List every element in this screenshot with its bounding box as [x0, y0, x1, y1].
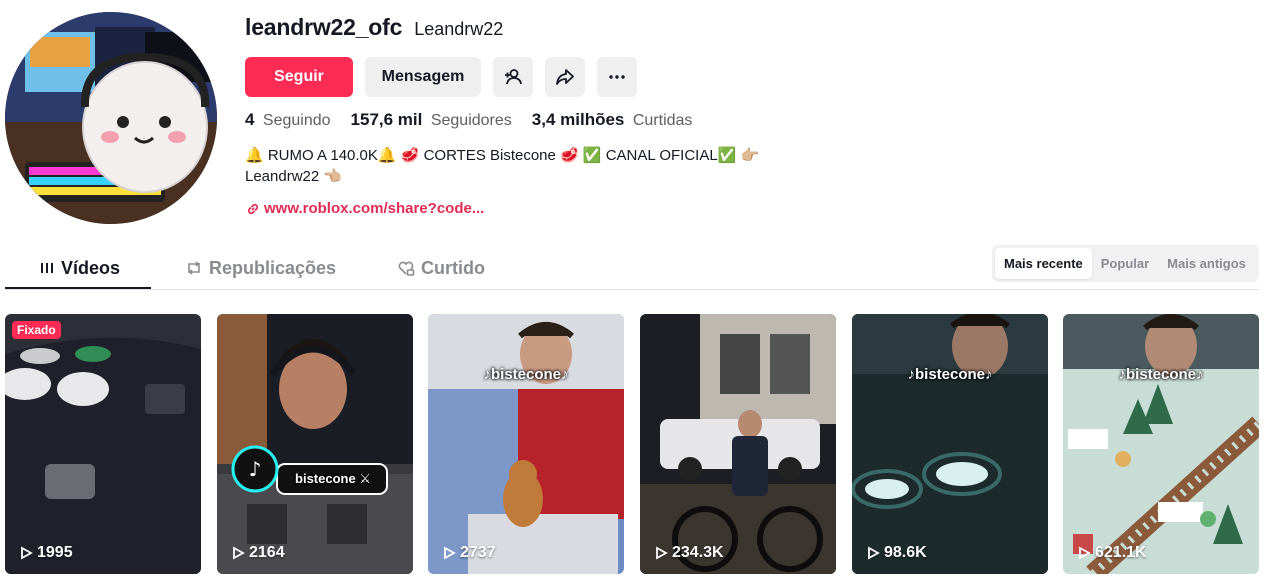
share-icon	[556, 69, 574, 85]
bio-line-2: Leandrw22 👈🏼	[245, 168, 343, 185]
video-views-count: 234.3K	[672, 544, 724, 561]
stat-following[interactable]: 4 Seguindo	[245, 110, 331, 130]
profile-stats: 4 Seguindo 157,6 mil Seguidores 3,4 milh…	[245, 110, 692, 130]
stat-following-value: 4	[245, 110, 255, 129]
play-icon	[21, 546, 33, 560]
tab-reposts-label: Republicações	[209, 257, 337, 278]
sort-selector: Mais recente Popular Mais antigos	[992, 245, 1259, 282]
stat-followers[interactable]: 157,6 mil Seguidores	[351, 110, 512, 130]
more-icon	[609, 75, 625, 79]
video-views: 2164	[231, 544, 285, 562]
stat-likes-value: 3,4 milhões	[531, 110, 625, 129]
heart-lock-icon	[398, 261, 415, 276]
profile-actions: Seguir Mensagem	[245, 57, 637, 97]
stat-following-label: Seguindo	[262, 112, 331, 129]
video-views: 234.3K	[654, 544, 724, 562]
play-icon	[656, 546, 668, 560]
video-views: 621.1K	[1077, 544, 1147, 562]
link-icon	[248, 203, 258, 214]
video-thumbnail	[640, 314, 836, 574]
video-overlay-text: ♪bistecone♪	[1118, 366, 1204, 383]
video-overlay-text: bistecone ⚔	[295, 471, 371, 486]
tab-videos-label: Vídeos	[61, 257, 121, 278]
play-icon	[868, 546, 880, 560]
video-card[interactable]: ♪bistecone♪ 2737	[428, 314, 624, 574]
suggested-accounts-button[interactable]	[493, 57, 533, 97]
video-card[interactable]: ♪bistecone♪ 98.6K	[852, 314, 1048, 574]
video-thumbnail: ♪	[217, 314, 413, 574]
video-thumbnail	[5, 314, 201, 574]
profile-link[interactable]: www.roblox.com/share?code...	[246, 200, 484, 217]
video-overlay-text: ♪bistecone♪	[907, 366, 993, 383]
more-options-button[interactable]	[597, 57, 637, 97]
profile-header: leandrw22_ofc Leandrw22	[245, 14, 503, 46]
video-views: 2737	[442, 544, 496, 562]
play-icon	[444, 546, 456, 560]
username: leandrw22_ofc	[245, 14, 403, 40]
repost-icon	[188, 261, 200, 275]
video-card[interactable]: 234.3K	[640, 314, 836, 574]
video-views: 98.6K	[866, 544, 927, 562]
tab-liked[interactable]: Curtido	[397, 247, 485, 289]
tab-reposts[interactable]: Republicações	[185, 247, 336, 289]
profile-link-text: www.roblox.com/share?code...	[264, 200, 485, 217]
video-views-count: 621.1K	[1095, 544, 1147, 561]
profile-avatar[interactable]	[5, 12, 217, 224]
stat-followers-value: 157,6 mil	[350, 110, 423, 129]
video-views-count: 2737	[460, 544, 496, 561]
video-views: 1995	[19, 544, 73, 562]
share-button[interactable]	[545, 57, 585, 97]
tab-liked-label: Curtido	[421, 257, 485, 278]
video-card[interactable]: ♪bistecone♪ 621.1K	[1063, 314, 1259, 574]
sort-popular[interactable]: Popular	[1092, 248, 1158, 279]
grid-icon	[41, 263, 53, 273]
video-card[interactable]: Fixado 1995	[5, 314, 201, 574]
pinned-badge: Fixado	[12, 321, 61, 339]
video-views-count: 98.6K	[884, 544, 927, 561]
tab-videos[interactable]: Vídeos	[39, 247, 120, 289]
add-user-icon	[505, 69, 522, 85]
sort-oldest[interactable]: Mais antigos	[1158, 248, 1255, 279]
video-thumbnail	[852, 314, 1048, 574]
stat-likes-label: Curtidas	[632, 112, 693, 129]
nickname: Leandrw22	[414, 19, 504, 39]
video-grid: Fixado 1995 ♪ bistecone ⚔ 2164 ♪bistecon…	[5, 314, 1259, 574]
message-button[interactable]: Mensagem	[365, 57, 481, 97]
video-views-count: 1995	[37, 544, 73, 561]
play-icon	[1079, 546, 1091, 560]
active-tab-indicator	[5, 287, 151, 289]
video-overlay-text: ♪bistecone♪	[483, 366, 569, 383]
play-icon	[233, 546, 245, 560]
video-views-count: 2164	[249, 544, 285, 561]
video-thumbnail	[1063, 314, 1259, 574]
follow-button[interactable]: Seguir	[245, 57, 353, 97]
profile-bio: 🔔 RUMO A 140.0K🔔 🥩 CORTES Bistecone 🥩 ✅ …	[245, 145, 845, 187]
stat-followers-label: Seguidores	[430, 112, 512, 129]
stat-likes: 3,4 milhões Curtidas	[532, 110, 693, 130]
video-card[interactable]: ♪ bistecone ⚔ 2164	[217, 314, 413, 574]
video-thumbnail	[428, 314, 624, 574]
sort-latest[interactable]: Mais recente	[995, 248, 1092, 279]
bio-line-1: 🔔 RUMO A 140.0K🔔 🥩 CORTES Bistecone 🥩 ✅ …	[245, 147, 760, 164]
